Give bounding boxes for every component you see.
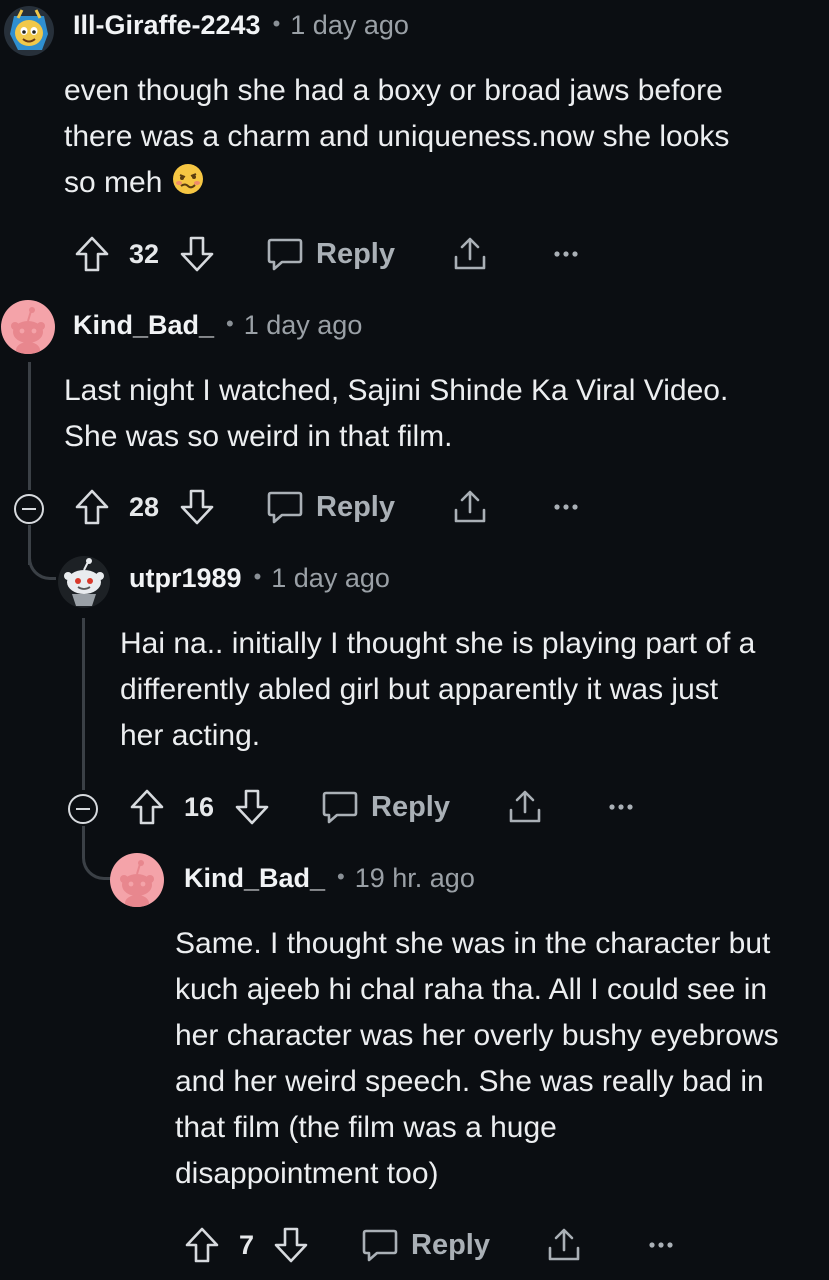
woozy-face-emoji — [171, 162, 205, 196]
share-button[interactable] — [452, 482, 488, 532]
snoo-avatar-icon — [11, 307, 45, 354]
speech-bubble-icon — [267, 491, 303, 524]
thread-connector — [28, 540, 56, 580]
giraffe-avatar-icon — [10, 9, 48, 50]
comment-line: She was so weird in that film. — [64, 420, 453, 453]
share-icon — [454, 490, 486, 523]
comment-line: that film (the film was a huge — [175, 1111, 557, 1144]
reply-button[interactable]: Reply — [266, 482, 395, 532]
upvote-button[interactable] — [184, 1220, 220, 1270]
share-icon — [548, 1228, 580, 1261]
more-options-button[interactable] — [609, 782, 633, 832]
comment-actions: 7 Reply — [0, 1220, 829, 1270]
speech-bubble-icon — [362, 1229, 398, 1262]
reply-button[interactable]: Reply — [321, 782, 450, 832]
reply-button[interactable]: Reply — [361, 1220, 490, 1270]
downvote-button[interactable] — [179, 229, 215, 279]
avatar[interactable] — [1, 300, 55, 354]
ellipsis-icon — [649, 1242, 673, 1248]
speech-bubble-icon — [267, 238, 303, 271]
vote-count: 32 — [129, 238, 160, 269]
ellipsis-icon — [554, 251, 578, 257]
separator-dot: • — [337, 864, 345, 889]
thread-line — [82, 618, 85, 790]
vote-count: 16 — [184, 791, 215, 822]
downvote-arrow-icon — [180, 236, 214, 272]
reply-button[interactable]: Reply — [266, 229, 395, 279]
comment-line: so meh — [64, 160, 729, 206]
timestamp: 19 hr. ago — [354, 863, 475, 893]
downvote-arrow-icon — [235, 789, 269, 825]
share-button[interactable] — [452, 229, 488, 279]
comment-meta: Ill-Giraffe-2243 • 1 day ago — [73, 10, 409, 41]
comment-body: even though she had a boxy or broad jaws… — [64, 68, 729, 206]
upvote-button[interactable] — [74, 229, 110, 279]
share-button[interactable] — [546, 1220, 582, 1270]
share-icon — [454, 237, 486, 270]
thread-line — [28, 362, 31, 490]
comment-line: there was a charm and uniqueness.now she… — [64, 120, 730, 153]
downvote-arrow-icon — [180, 489, 214, 525]
ellipsis-icon — [609, 804, 633, 810]
comment-line: kuch ajeeb hi chal raha tha. All I could… — [175, 973, 768, 1006]
vote-count: 28 — [129, 491, 160, 522]
comment-line: her character was her overly bushy eyebr… — [175, 1019, 779, 1052]
avatar[interactable] — [4, 6, 54, 56]
comment-body: Hai na.. initially I thought she is play… — [120, 621, 755, 759]
timestamp: 1 day ago — [243, 310, 363, 340]
avatar[interactable] — [110, 853, 164, 907]
comment-meta: Kind_Bad_ • 19 hr. ago — [184, 863, 475, 894]
comment-body: Same. I thought she was in the character… — [175, 921, 779, 1197]
timestamp: 1 day ago — [290, 10, 409, 40]
upvote-arrow-icon — [185, 1227, 219, 1263]
downvote-button[interactable] — [273, 1220, 309, 1270]
comment-actions: 28 Reply — [0, 482, 829, 532]
username[interactable]: Ill-Giraffe-2243 — [73, 10, 261, 41]
comment-meta: Kind_Bad_ • 1 day ago — [73, 310, 362, 341]
comment-line: Same. I thought she was in the character… — [175, 927, 771, 960]
username[interactable]: Kind_Bad_ — [184, 863, 325, 894]
comment-line: her acting. — [120, 719, 261, 752]
comment-line: even though she had a boxy or broad jaws… — [64, 74, 723, 107]
comment-line: disappointment too) — [175, 1157, 439, 1190]
separator-dot: • — [253, 564, 262, 589]
comment-meta: utpr1989 • 1 day ago — [129, 563, 390, 594]
comment-line: and her weird speech. She was really bad… — [175, 1065, 764, 1098]
ellipsis-icon — [554, 504, 578, 510]
snoo-avatar-icon — [64, 558, 104, 606]
timestamp: 1 day ago — [271, 563, 390, 593]
more-options-button[interactable] — [649, 1220, 673, 1270]
snoo-avatar-icon — [120, 860, 154, 907]
share-button[interactable] — [507, 782, 543, 832]
comment-actions: 32 Reply — [0, 229, 829, 279]
comment-line: Hai na.. initially I thought she is play… — [120, 627, 756, 660]
comment-actions: 16 Reply — [0, 782, 829, 832]
vote-count: 7 — [239, 1229, 255, 1260]
upvote-arrow-icon — [75, 236, 109, 272]
more-options-button[interactable] — [554, 482, 578, 532]
downvote-arrow-icon — [274, 1227, 308, 1263]
separator-dot: • — [272, 11, 281, 36]
thread-connector — [82, 838, 110, 880]
comment-line: Last night I watched, Sajini Shinde Ka V… — [64, 374, 729, 407]
upvote-button[interactable] — [129, 782, 165, 832]
share-icon — [509, 790, 541, 823]
speech-bubble-icon — [322, 791, 358, 824]
upvote-arrow-icon — [75, 489, 109, 525]
comment-body: Last night I watched, Sajini Shinde Ka V… — [64, 368, 728, 460]
username[interactable]: Kind_Bad_ — [73, 310, 214, 341]
upvote-button[interactable] — [74, 482, 110, 532]
comment-line: differently abled girl but apparently it… — [120, 673, 719, 706]
more-options-button[interactable] — [554, 229, 578, 279]
separator-dot: • — [226, 311, 234, 336]
downvote-button[interactable] — [179, 482, 215, 532]
username[interactable]: utpr1989 — [129, 563, 242, 594]
downvote-button[interactable] — [234, 782, 270, 832]
upvote-arrow-icon — [130, 789, 164, 825]
avatar[interactable] — [58, 556, 110, 608]
